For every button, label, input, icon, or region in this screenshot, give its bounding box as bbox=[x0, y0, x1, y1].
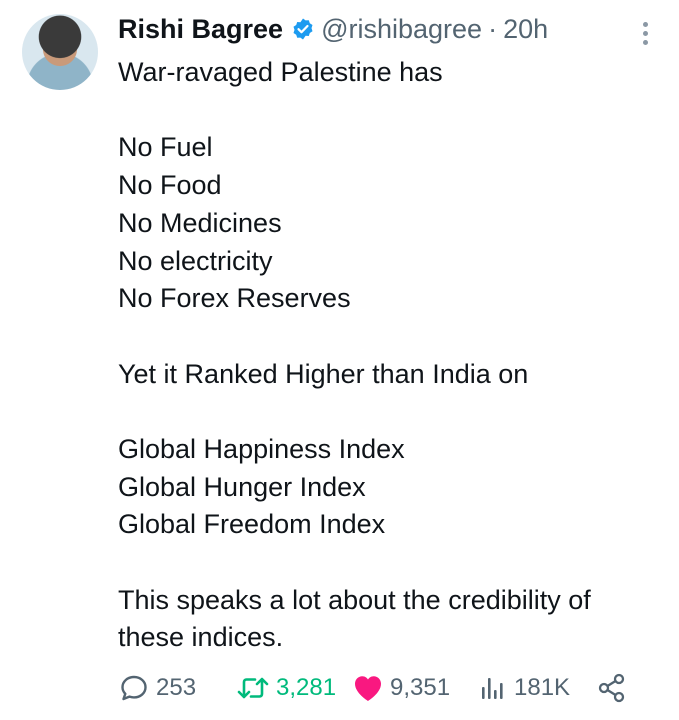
like-button[interactable]: 9,351 bbox=[352, 673, 478, 703]
more-options-icon[interactable] bbox=[641, 22, 649, 48]
retweet-count: 3,281 bbox=[276, 674, 337, 701]
reply-button[interactable]: 253 bbox=[118, 672, 236, 704]
tweet-line: Global Freedom Index bbox=[118, 509, 386, 540]
tweet-line: No Medicines bbox=[118, 207, 282, 238]
retweet-icon bbox=[237, 677, 269, 699]
tweet-line: Global Hunger Index bbox=[118, 471, 366, 502]
tweet-timestamp[interactable]: 20h bbox=[503, 12, 548, 46]
tweet-line: No Food bbox=[118, 170, 222, 201]
tweet-header: Rishi Bagree @rishibagree · 20h bbox=[118, 12, 639, 46]
views-count: 181K bbox=[514, 674, 571, 701]
views-icon bbox=[482, 678, 503, 699]
tweet-line: No electricity bbox=[118, 245, 273, 276]
tweet-line: No Fuel bbox=[118, 132, 213, 163]
reply-icon bbox=[121, 675, 147, 701]
tweet-line: Global Happiness Index bbox=[118, 433, 405, 464]
views-button[interactable]: 181K bbox=[478, 673, 596, 703]
tweet-text: War-ravaged Palestine has No Fuel No Foo… bbox=[118, 54, 658, 657]
tweet-line: these indices. bbox=[118, 622, 284, 653]
verified-badge-icon bbox=[293, 18, 313, 40]
tweet-line: This speaks a lot about the credibility … bbox=[118, 584, 591, 615]
like-count: 9,351 bbox=[390, 674, 451, 701]
author-name[interactable]: Rishi Bagree bbox=[118, 12, 283, 46]
tweet-line: Yet it Ranked Higher than India on bbox=[118, 358, 529, 389]
tweet-line: No Forex Reserves bbox=[118, 283, 351, 314]
tweet-line: War-ravaged Palestine has bbox=[118, 57, 443, 87]
like-icon bbox=[355, 676, 381, 701]
author-handle[interactable]: @rishibagree bbox=[321, 12, 482, 46]
reply-count: 253 bbox=[156, 674, 197, 701]
header-separator: · bbox=[488, 14, 498, 44]
share-icon bbox=[598, 673, 625, 703]
action-bar: 253 3,281 9,351 181K bbox=[118, 672, 649, 704]
avatar[interactable] bbox=[22, 14, 98, 90]
tweet: Rishi Bagree @rishibagree · 20h War-rava… bbox=[0, 0, 679, 720]
retweet-button[interactable]: 3,281 bbox=[236, 673, 352, 703]
share-button[interactable] bbox=[596, 672, 628, 704]
